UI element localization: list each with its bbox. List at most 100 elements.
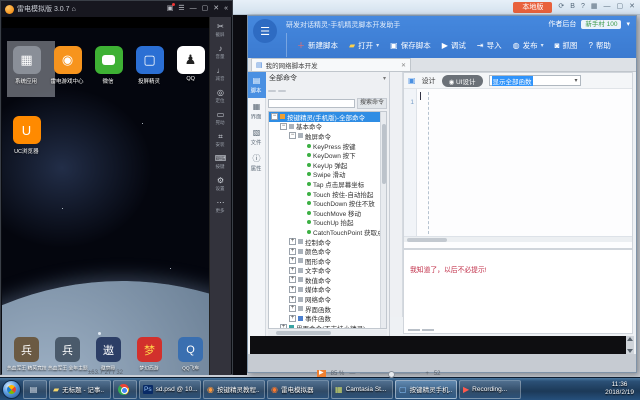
tree-expander-icon[interactable] bbox=[289, 248, 296, 255]
tree-expander-icon[interactable] bbox=[280, 324, 287, 329]
toolbar-button[interactable]: ⇥ 导入 bbox=[477, 40, 502, 51]
dismiss-hint-link[interactable]: 我知道了，以后不必提示! bbox=[410, 264, 626, 274]
tree-expander-icon[interactable] bbox=[289, 296, 296, 303]
scrollbar-thumb[interactable] bbox=[382, 124, 386, 184]
tree-item[interactable]: CatchTouchPoint 获取点击点 bbox=[269, 227, 386, 237]
sidebar-tool-button[interactable]: ♩ 减音 bbox=[215, 66, 225, 82]
zoom-in-icon[interactable]: + bbox=[425, 371, 429, 377]
taskbar-button[interactable]: ▶ Recording... bbox=[459, 380, 521, 399]
console-scrollbar[interactable] bbox=[626, 336, 634, 354]
toolbar-button[interactable]: ? 帮助 bbox=[588, 40, 610, 51]
tree-item[interactable]: 基本命令 bbox=[269, 122, 386, 132]
author-backend-link[interactable]: 作者后台 bbox=[548, 19, 576, 29]
toolbar-button[interactable]: ▰ 打开 ▾ bbox=[349, 40, 379, 51]
zoom-out-icon[interactable]: — bbox=[349, 371, 355, 377]
tree-item[interactable]: TouchMove 移动 bbox=[269, 208, 386, 218]
toolbar-button[interactable]: ▣ 保存脚本 bbox=[390, 40, 431, 51]
panel-tab[interactable] bbox=[268, 90, 276, 92]
nav-item[interactable]: ▦ 界面 bbox=[248, 98, 266, 124]
emulator-control-icon[interactable]: ▢ bbox=[202, 5, 209, 13]
emulator-control-icon[interactable]: ▣ bbox=[167, 5, 174, 13]
output-console[interactable] bbox=[250, 336, 634, 354]
zoom-slider[interactable] bbox=[360, 373, 420, 374]
tree-vertical-scrollbar[interactable] bbox=[380, 112, 386, 328]
app-icon[interactable]: U UC浏览器 bbox=[6, 116, 47, 155]
sidebar-tool-button[interactable]: ◎ 定位 bbox=[215, 88, 225, 104]
tree-item[interactable]: TouchUp 抬起 bbox=[269, 218, 386, 228]
tree-item[interactable]: KeyUp 弹起 bbox=[269, 160, 386, 170]
tree-expander-icon[interactable] bbox=[289, 267, 296, 274]
nav-item[interactable]: ⓘ 属性 bbox=[248, 150, 266, 176]
emulator-control-icon[interactable]: « bbox=[224, 5, 228, 13]
dock-app-icon[interactable]: 兵 热血军王 精英竞技 bbox=[6, 337, 47, 372]
tree-item[interactable]: 界面函数 bbox=[269, 304, 386, 314]
local-version-badge[interactable]: 本地版 bbox=[513, 2, 552, 13]
scrollbar-thumb[interactable] bbox=[407, 238, 447, 242]
tree-expander-icon[interactable] bbox=[289, 257, 296, 264]
window-control-icon[interactable]: ⟳ bbox=[558, 2, 564, 12]
tree-item[interactable]: 触屏命令 bbox=[269, 131, 386, 141]
window-control-icon[interactable]: ▦ bbox=[591, 2, 598, 12]
taskbar-button[interactable]: ◉ 雷电模拟器 bbox=[267, 380, 329, 399]
app-icon[interactable]: 微信 bbox=[88, 46, 129, 85]
toolbar-button[interactable]: ＋ 新建脚本 bbox=[297, 40, 338, 51]
tree-item[interactable]: 文字命令 bbox=[269, 266, 386, 276]
tree-expander-icon[interactable] bbox=[289, 305, 296, 312]
taskbar-button[interactable]: Ps sd.psd @ 10... bbox=[139, 380, 201, 399]
tree-item[interactable]: TouchDown 按住不放 bbox=[269, 198, 386, 208]
tree-item[interactable]: 控制命令 bbox=[269, 237, 386, 247]
panel-pin-icon[interactable]: ▾ bbox=[383, 75, 386, 82]
tree-item[interactable]: Swipe 滑动 bbox=[269, 170, 386, 180]
main-menu-button[interactable]: ☰ bbox=[253, 19, 277, 43]
caret-down-icon[interactable]: ▾ bbox=[376, 42, 379, 49]
android-homescreen[interactable]: ▦ 系统应用 ◉ 雷电游戏中心 微信 ▢ 投屏精灵 ♟ QQ bbox=[2, 28, 211, 375]
dock-app-icon[interactable]: 兵 热血军王 全年主题 bbox=[47, 337, 88, 372]
panel-tab[interactable] bbox=[278, 90, 286, 92]
toolbar-button[interactable]: ◙ 抓图 bbox=[555, 40, 578, 51]
tree-expander-icon[interactable] bbox=[289, 132, 296, 139]
sidebar-tool-button[interactable]: ⚙ 设置 bbox=[215, 176, 225, 192]
tree-item[interactable]: KeyDown 按下 bbox=[269, 150, 386, 160]
sidebar-tool-button[interactable]: ⌗ 安装 bbox=[215, 132, 225, 148]
emulator-control-icon[interactable]: ✕ bbox=[213, 5, 219, 13]
dock-app-icon[interactable]: Q QQ飞车 bbox=[170, 337, 211, 372]
sidebar-tool-button[interactable]: ⋯ 更多 bbox=[215, 198, 225, 214]
document-tab[interactable]: ▤ 我的网络脚本开发 ✕ bbox=[251, 58, 411, 71]
tree-expander-icon[interactable] bbox=[289, 315, 296, 322]
tree-expander-icon[interactable] bbox=[289, 286, 296, 293]
tree-item[interactable]: Tap 点击屏幕坐标 bbox=[269, 179, 386, 189]
level-badge[interactable]: 新手村 100 bbox=[581, 20, 621, 29]
taskbar-button[interactable]: ▦ Camtasia St... bbox=[331, 380, 393, 399]
sidebar-tool-button[interactable]: ⌨ 按键 bbox=[215, 154, 227, 170]
sidebar-tool-button[interactable]: ♪ 音量 bbox=[215, 44, 225, 60]
taskbar-button[interactable]: ▰ 无标题 - 记事.. bbox=[49, 380, 111, 399]
app-icon[interactable]: ♟ QQ bbox=[170, 46, 211, 85]
code-area[interactable]: 1 bbox=[404, 89, 632, 242]
search-command-button[interactable]: 搜索命令 bbox=[357, 98, 387, 109]
tree-item[interactable]: KeyPress 按键 bbox=[269, 141, 386, 151]
app-icon[interactable]: ◉ 雷电游戏中心 bbox=[47, 46, 88, 85]
editor-horizontal-scrollbar[interactable] bbox=[404, 236, 632, 242]
nav-item[interactable]: ▤ 脚本 bbox=[248, 72, 266, 98]
tree-item[interactable]: 界面命令(不支持小精灵) bbox=[269, 323, 386, 329]
scroll-up-icon[interactable] bbox=[627, 337, 633, 341]
ui-design-button[interactable]: ◉ UI设计 bbox=[442, 75, 483, 87]
tree-item[interactable]: 网络命令 bbox=[269, 294, 386, 304]
toolbar-button[interactable]: ▶ 调试 bbox=[442, 40, 466, 51]
window-control-icon[interactable]: ? bbox=[581, 2, 585, 12]
taskbar-button[interactable]: ▢ 按键精灵手机.. bbox=[395, 380, 457, 399]
taskbar-button[interactable]: ◉ 按键精灵教程.. bbox=[203, 380, 265, 399]
caret-down-icon[interactable]: ▾ bbox=[541, 42, 544, 49]
tree-expander-icon[interactable] bbox=[271, 113, 278, 120]
combo-caret-icon[interactable]: ▾ bbox=[575, 77, 578, 84]
tree-item[interactable]: 颜色命令 bbox=[269, 246, 386, 256]
record-play-icon[interactable]: ▶ bbox=[317, 370, 326, 377]
emulator-control-icon[interactable]: ☰ bbox=[178, 5, 184, 13]
dock-app-icon[interactable]: 遨 遨宫殿 bbox=[88, 337, 129, 372]
help-tab[interactable] bbox=[408, 329, 420, 331]
function-select[interactable]: 显示全部函数 ▾ bbox=[489, 75, 581, 86]
sidebar-tool-button[interactable]: ▭ 晃动 bbox=[215, 110, 225, 126]
app-icon[interactable]: ▢ 投屏精灵 bbox=[129, 46, 170, 85]
sidebar-tool-button[interactable]: ✂ 截屏 bbox=[215, 22, 225, 38]
tree-expander-icon[interactable] bbox=[289, 276, 296, 283]
